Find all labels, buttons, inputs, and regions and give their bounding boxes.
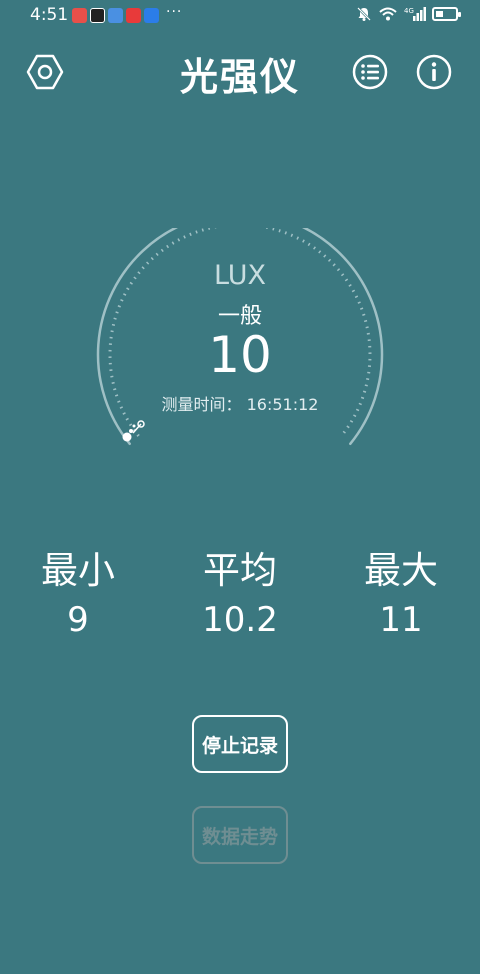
info-icon (416, 54, 452, 90)
app-header: 光强仪 (0, 40, 480, 100)
stat-avg: 平均 10.2 (170, 540, 310, 640)
page-title: 光强仪 (179, 55, 300, 99)
gauge-value: 10 (208, 326, 272, 384)
cellular-signal-icon: 4G (404, 7, 426, 21)
gauge-progress-dot (129, 429, 133, 433)
system-icons: 4G (356, 6, 461, 22)
battery-icon (432, 7, 461, 21)
wifi-icon (379, 7, 397, 21)
status-bar: 4:51 ··· 4G (0, 0, 480, 34)
measurement-time-label: 测量时间： (161, 395, 242, 414)
stat-avg-value: 10.2 (202, 600, 278, 640)
app-notification-icon (126, 8, 141, 23)
gauge-progress-dot (132, 424, 136, 428)
network-type-label: 4G (404, 7, 414, 15)
records-list-button[interactable] (350, 52, 390, 92)
gauge-unit: LUX (214, 260, 266, 291)
app-notification-icon (144, 8, 159, 23)
stat-min-label: 最小 (41, 549, 115, 592)
notification-icons (72, 8, 159, 23)
more-notifications-icon: ··· (166, 4, 183, 20)
app-screen: 4:51 ··· 4G 光强仪 LUX 一般 10 测量时间： 16:51:12… (0, 0, 480, 974)
stat-min-value: 9 (67, 600, 89, 640)
lux-gauge: LUX 一般 10 测量时间： 16:51:12 (95, 228, 385, 458)
stat-avg-label: 平均 (203, 549, 277, 592)
data-trend-button[interactable]: 数据走势 (192, 806, 288, 864)
app-notification-icon (90, 8, 105, 23)
measurement-time: 测量时间： 16:51:12 (95, 391, 385, 415)
status-time: 4:51 (30, 5, 69, 25)
stat-max-label: 最大 (364, 549, 438, 592)
mute-bell-icon (357, 7, 371, 21)
stat-max-value: 11 (379, 600, 423, 640)
stat-min: 最小 9 (8, 540, 148, 640)
info-button[interactable] (414, 52, 454, 92)
list-icon (352, 54, 388, 90)
app-notification-icon (108, 8, 123, 23)
measurement-time-value: 16:51:12 (246, 395, 319, 414)
gauge-pointer-dot (122, 432, 132, 442)
app-notification-icon (72, 8, 87, 23)
stat-max: 最大 11 (331, 540, 471, 640)
stop-recording-button[interactable]: 停止记录 (192, 715, 288, 773)
